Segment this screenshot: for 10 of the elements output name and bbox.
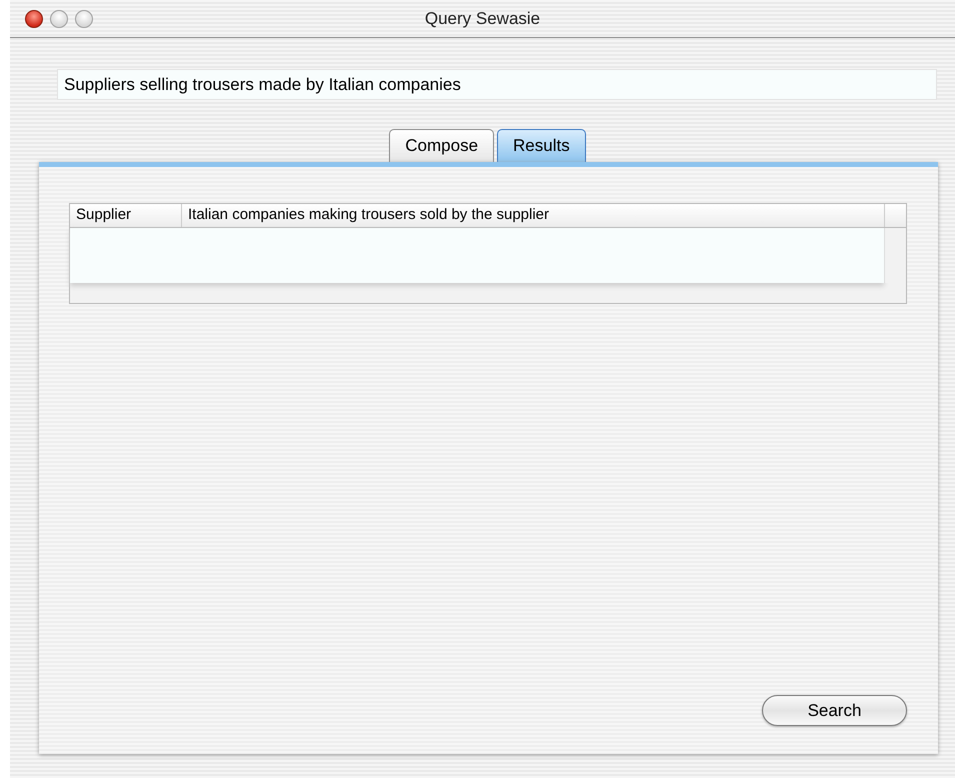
minimize-button[interactable]	[50, 10, 68, 28]
window-title: Query Sewasie	[424, 8, 540, 30]
tab[interactable]: Results	[497, 129, 586, 162]
column-header[interactable]: Italian companies making trousers sold by the supplier	[182, 204, 885, 227]
zoom-button[interactable]	[75, 10, 93, 28]
search-button[interactable]: Search	[762, 695, 907, 726]
close-button[interactable]	[25, 10, 43, 28]
tab[interactable]: Compose	[389, 129, 494, 162]
column-header[interactable]: Supplier	[70, 204, 182, 227]
query-field[interactable]: Suppliers selling trousers made by Italian companies	[57, 69, 937, 100]
